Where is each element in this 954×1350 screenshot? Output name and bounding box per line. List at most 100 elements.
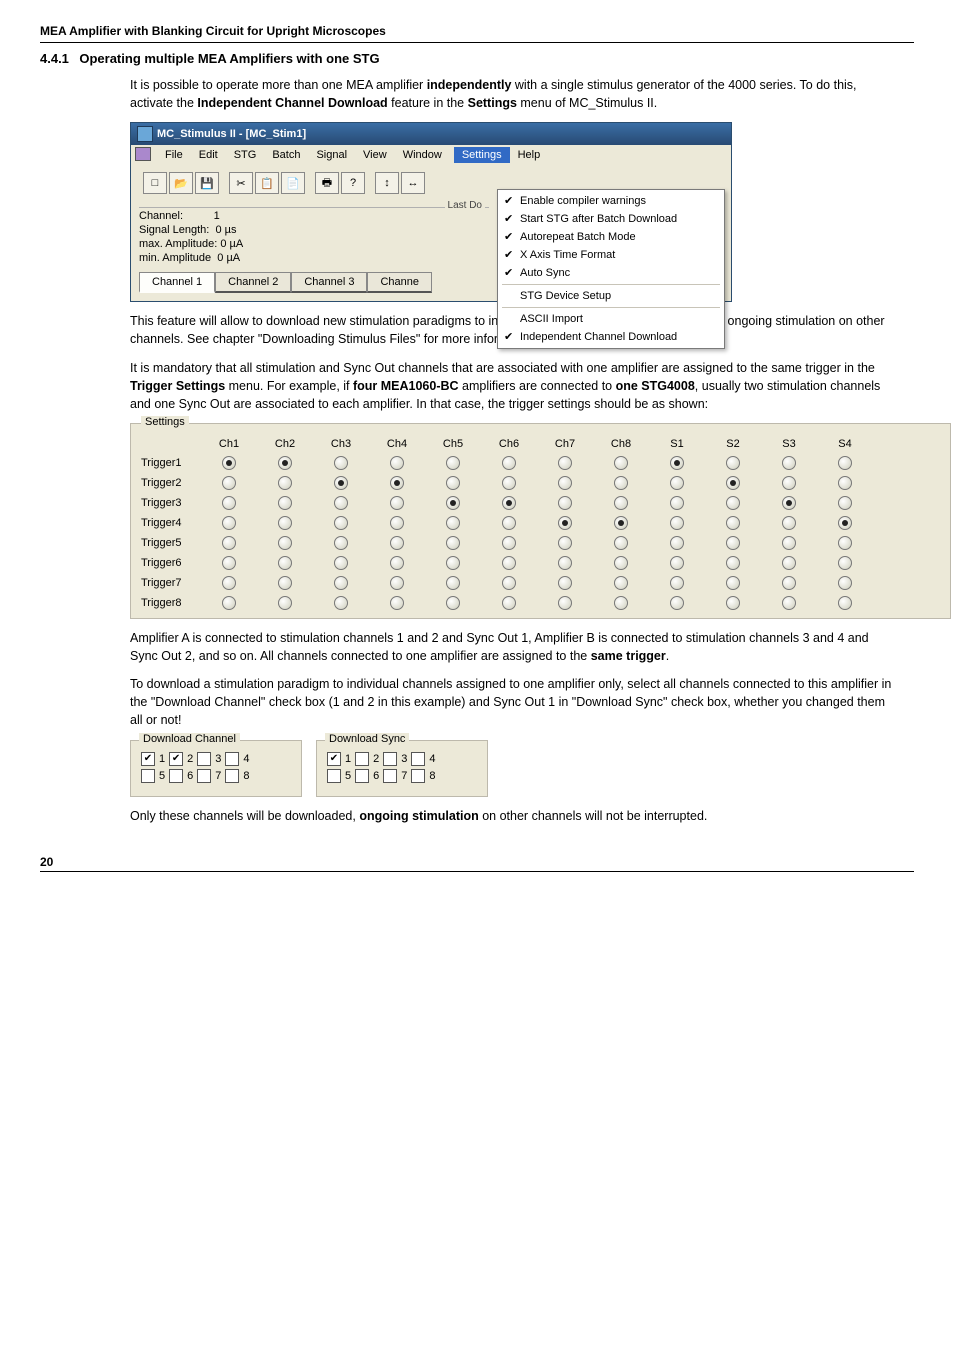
cut-icon[interactable]: ✂ [229,172,253,194]
dl-channel-checkbox-3[interactable] [197,752,211,766]
radio-button[interactable] [670,516,684,530]
menu-file[interactable]: File [157,147,191,163]
radio-button[interactable] [502,556,516,570]
radio-button[interactable] [502,456,516,470]
radio-button[interactable] [838,556,852,570]
dl-channel-checkbox-1[interactable] [141,752,155,766]
di-enable-compiler-warnings[interactable]: ✔Enable compiler warnings [498,192,724,210]
radio-button[interactable] [614,476,628,490]
dl-channel-checkbox-6[interactable] [169,769,183,783]
radio-button[interactable] [838,536,852,550]
di-auto-sync[interactable]: ✔Auto Sync [498,264,724,282]
dl-sync-checkbox-4[interactable] [411,752,425,766]
new-icon[interactable]: □ [143,172,167,194]
radio-button[interactable] [222,456,236,470]
radio-button[interactable] [446,516,460,530]
di-stg-device-setup[interactable]: STG Device Setup [498,287,724,305]
radio-button[interactable] [334,536,348,550]
radio-button[interactable] [334,576,348,590]
radio-button[interactable] [782,576,796,590]
radio-button[interactable] [334,476,348,490]
radio-button[interactable] [838,476,852,490]
radio-button[interactable] [726,536,740,550]
radio-button[interactable] [278,576,292,590]
radio-button[interactable] [614,496,628,510]
radio-button[interactable] [278,556,292,570]
radio-button[interactable] [838,596,852,610]
radio-button[interactable] [446,596,460,610]
radio-button[interactable] [782,536,796,550]
paste-icon[interactable]: 📄 [281,172,305,194]
radio-button[interactable] [334,496,348,510]
radio-button[interactable] [278,536,292,550]
radio-button[interactable] [390,496,404,510]
tab-channel-4[interactable]: Channe [367,272,432,293]
radio-button[interactable] [670,556,684,570]
radio-button[interactable] [390,576,404,590]
dl-sync-checkbox-7[interactable] [383,769,397,783]
di-ascii-import[interactable]: ASCII Import [498,310,724,328]
radio-button[interactable] [502,536,516,550]
radio-button[interactable] [334,516,348,530]
help-icon[interactable]: ? [341,172,365,194]
radio-button[interactable] [558,576,572,590]
radio-button[interactable] [558,516,572,530]
radio-button[interactable] [278,476,292,490]
dl-sync-checkbox-2[interactable] [355,752,369,766]
radio-button[interactable] [726,516,740,530]
menu-stg[interactable]: STG [226,147,265,163]
radio-button[interactable] [782,476,796,490]
dl-sync-checkbox-6[interactable] [355,769,369,783]
radio-button[interactable] [334,456,348,470]
across-icon[interactable]: ↔ [401,172,425,194]
radio-button[interactable] [782,516,796,530]
save-icon[interactable]: 💾 [195,172,219,194]
radio-button[interactable] [726,476,740,490]
dl-sync-checkbox-1[interactable] [327,752,341,766]
radio-button[interactable] [670,536,684,550]
radio-button[interactable] [222,516,236,530]
menu-help[interactable]: Help [510,147,549,163]
tab-channel-3[interactable]: Channel 3 [291,272,367,293]
radio-button[interactable] [558,536,572,550]
dl-sync-checkbox-3[interactable] [383,752,397,766]
radio-button[interactable] [726,596,740,610]
menu-batch[interactable]: Batch [264,147,308,163]
radio-button[interactable] [278,516,292,530]
radio-button[interactable] [558,556,572,570]
radio-button[interactable] [558,456,572,470]
tab-channel-2[interactable]: Channel 2 [215,272,291,293]
dl-channel-checkbox-8[interactable] [225,769,239,783]
tab-channel-1[interactable]: Channel 1 [139,272,215,293]
radio-button[interactable] [782,556,796,570]
radio-button[interactable] [726,456,740,470]
radio-button[interactable] [278,496,292,510]
radio-button[interactable] [558,476,572,490]
radio-button[interactable] [222,576,236,590]
radio-button[interactable] [334,556,348,570]
copy-icon[interactable]: 📋 [255,172,279,194]
radio-button[interactable] [670,596,684,610]
radio-button[interactable] [446,536,460,550]
radio-button[interactable] [838,496,852,510]
di-start-stg-after-batch[interactable]: ✔Start STG after Batch Download [498,210,724,228]
dl-channel-checkbox-7[interactable] [197,769,211,783]
radio-button[interactable] [446,476,460,490]
radio-button[interactable] [614,556,628,570]
radio-button[interactable] [614,596,628,610]
open-icon[interactable]: 📂 [169,172,193,194]
radio-button[interactable] [502,596,516,610]
down-icon[interactable]: ↕ [375,172,399,194]
radio-button[interactable] [614,536,628,550]
radio-button[interactable] [502,496,516,510]
radio-button[interactable] [390,596,404,610]
radio-button[interactable] [838,456,852,470]
radio-button[interactable] [446,556,460,570]
radio-button[interactable] [670,576,684,590]
radio-button[interactable] [670,476,684,490]
radio-button[interactable] [726,496,740,510]
menu-window[interactable]: Window [395,147,450,163]
radio-button[interactable] [558,596,572,610]
di-x-axis-time-format[interactable]: ✔X Axis Time Format [498,246,724,264]
dl-sync-checkbox-5[interactable] [327,769,341,783]
